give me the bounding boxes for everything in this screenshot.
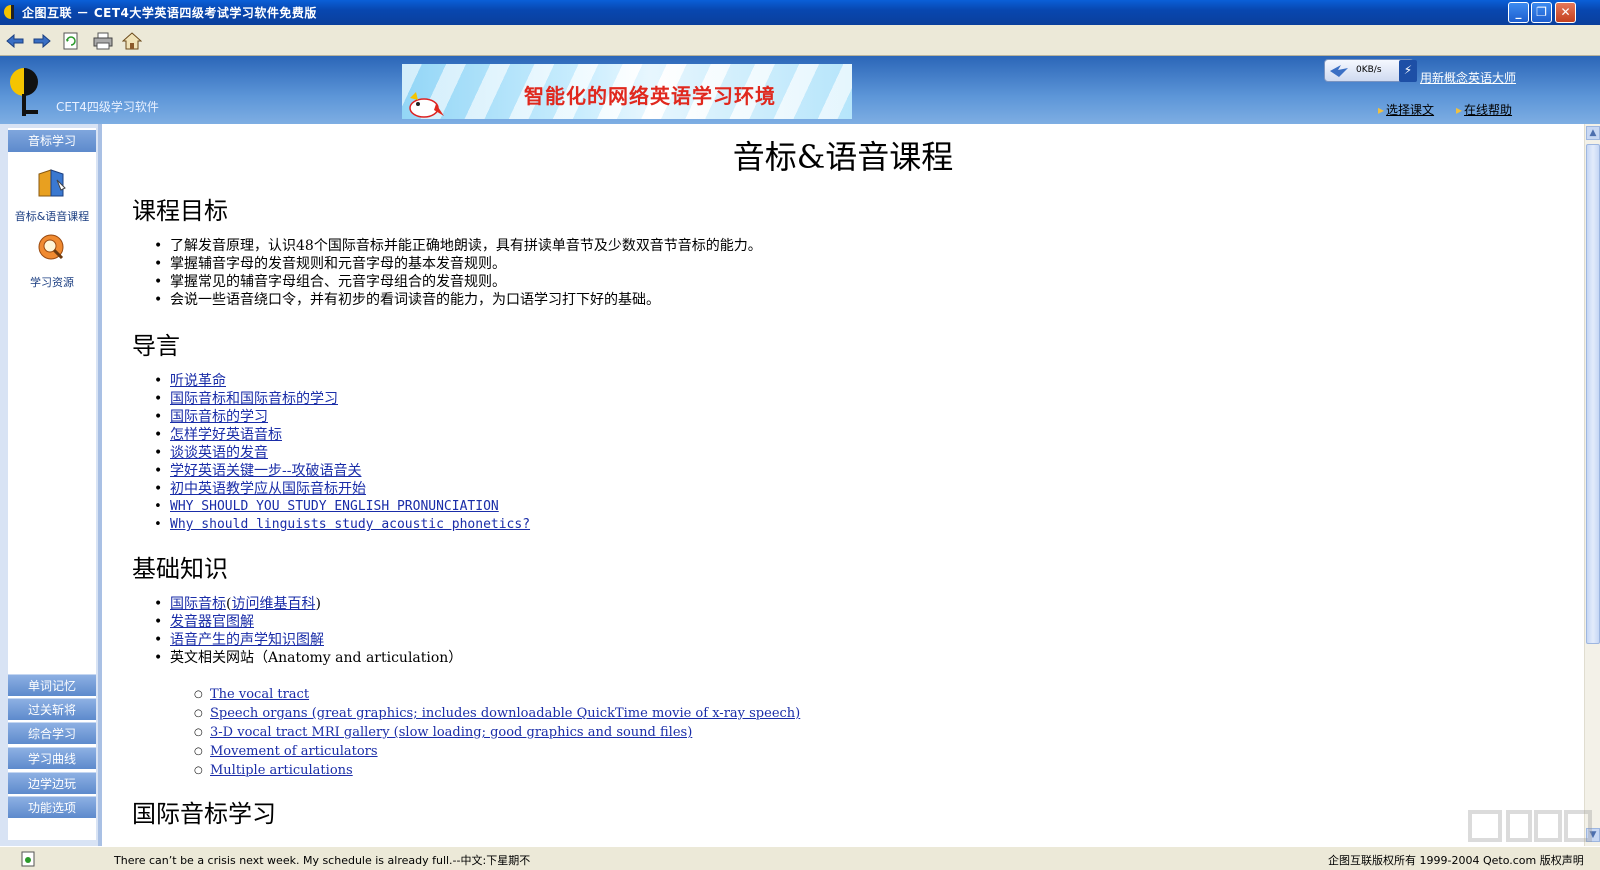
window-title: 企图互联 － CET4大学英语四级考试学习软件免费版: [22, 6, 317, 20]
sidebar-button-challenge[interactable]: 过关斩将: [8, 698, 96, 720]
basics-list: 国际音标(访问维基百科) 发音器官图解 语音产生的声学知识图解 英文相关网站（A…: [154, 595, 462, 667]
home-icon: [122, 32, 142, 50]
back-button[interactable]: [4, 30, 26, 52]
minimize-button[interactable]: _: [1508, 2, 1529, 23]
scroll-thumb[interactable]: [1586, 144, 1600, 644]
back-arrow-icon: [6, 34, 24, 48]
bird-icon: [1330, 65, 1348, 77]
app-icon: [4, 5, 14, 19]
site-link[interactable]: Multiple articulations: [194, 761, 800, 780]
copyright-text: 企图互联版权所有 1999-2004 Qeto.com 版权声明: [1328, 854, 1584, 867]
lightning-icon: ⚡: [1399, 60, 1417, 82]
sidebar-item-label: 学习资源: [30, 276, 74, 289]
sidebar-item-learning-resources[interactable]: 学习资源: [8, 232, 96, 290]
list-item: 英文相关网站（Anatomy and articulation）: [154, 649, 462, 667]
list-item: 国际音标(访问维基百科): [154, 595, 462, 613]
organs-diagram-link[interactable]: 发音器官图解: [170, 614, 254, 630]
header-banner: CET4四级学习软件 智能化的网络英语学习环境 0KB/s ⚡ 用新概念英语大师…: [0, 56, 1600, 124]
intro-list: 听说革命 国际音标和国际音标的学习 国际音标的学习 怎样学好英语音标 谈谈英语的…: [154, 372, 530, 534]
heading-goals: 课程目标: [132, 197, 228, 225]
online-help-link[interactable]: 在线帮助: [1456, 101, 1512, 118]
sidebar-button-learn-and-play[interactable]: 边学边玩: [8, 772, 96, 794]
list-item: 听说革命: [154, 372, 530, 390]
list-item: 发音器官图解: [154, 613, 462, 631]
list-item: 初中英语教学应从国际音标开始: [154, 480, 530, 498]
paren: ): [315, 596, 321, 612]
ad-text: 智能化的网络英语学习环境: [524, 84, 776, 108]
list-item: Why should linguists study acoustic phon…: [154, 516, 530, 534]
site-link[interactable]: Speech organs (great graphics; includes …: [194, 704, 800, 723]
heading-intro: 导言: [132, 332, 180, 360]
promo-link[interactable]: 用新概念英语大师: [1420, 69, 1516, 86]
site-link[interactable]: 3-D vocal tract MRI gallery (slow loadin…: [194, 723, 800, 742]
intro-link[interactable]: 学好英语关键一步--攻破语音关: [170, 463, 361, 479]
cartoon-bird-icon: [409, 92, 444, 118]
forward-arrow-icon: [33, 34, 51, 48]
title-bar[interactable]: 企图互联 － CET4大学英语四级考试学习软件免费版 _ ❐ ✕: [0, 0, 1600, 25]
heading-ipa: 国际音标学习: [132, 800, 276, 828]
intro-link[interactable]: 听说革命: [170, 373, 226, 389]
home-button[interactable]: [121, 30, 143, 52]
list-item: 怎样学好英语音标: [154, 426, 530, 444]
sidebar-button-options[interactable]: 功能选项: [8, 796, 96, 818]
sidebar-button-learning-curve[interactable]: 学习曲线: [8, 747, 96, 769]
page-status-icon: [21, 851, 35, 867]
logo-icon: [10, 68, 38, 116]
toolbar: [0, 25, 1600, 56]
watermark-logo-icon: [1468, 810, 1592, 842]
site-link[interactable]: Movement of articulators: [194, 742, 800, 761]
list-item: 会说一些语音绕口令，并有初步的看词读音的能力，为口语学习打下好的基础。: [154, 291, 762, 309]
refresh-button[interactable]: [60, 30, 82, 52]
ipa-link[interactable]: 国际音标: [170, 596, 226, 612]
intro-link[interactable]: 怎样学好英语音标: [170, 427, 282, 443]
speed-value: 0KB/s: [1356, 65, 1382, 75]
heading-basics: 基础知识: [132, 555, 228, 583]
book-icon: [38, 169, 66, 197]
acoustics-diagram-link[interactable]: 语音产生的声学知识图解: [170, 632, 324, 648]
content-pane: 音标&语音课程 课程目标 了解发音原理，认识48个国际音标并能正确地朗读，具有拼…: [102, 124, 1584, 846]
vertical-scrollbar[interactable]: ▲ ▼: [1584, 124, 1600, 846]
magnifier-icon: [38, 234, 64, 260]
list-item: 掌握常见的辅音字母组合、元音字母组合的发音规则。: [154, 273, 762, 291]
status-bar: There can’t be a crisis next week. My sc…: [0, 846, 1600, 870]
sidebar-button-comprehensive[interactable]: 综合学习: [8, 722, 96, 744]
print-button[interactable]: [92, 30, 114, 52]
intro-link[interactable]: 国际音标的学习: [170, 409, 268, 425]
scroll-up-icon[interactable]: ▲: [1586, 126, 1600, 140]
sidebar-item-phonetics-course[interactable]: 音标&语音课程: [8, 166, 96, 224]
intro-link[interactable]: 国际音标和国际音标的学习: [170, 391, 338, 407]
list-item: 语音产生的声学知识图解: [154, 631, 462, 649]
printer-icon: [93, 32, 113, 50]
list-item: WHY SHOULD YOU STUDY ENGLISH PRONUNCIATI…: [154, 498, 530, 516]
sidebar-item-label: 音标&语音课程: [14, 210, 90, 223]
list-item: 国际音标的学习: [154, 408, 530, 426]
speed-meter: 0KB/s ⚡: [1324, 59, 1417, 82]
select-lesson-link[interactable]: 选择课文: [1378, 101, 1434, 118]
status-marquee: There can’t be a crisis next week. My sc…: [114, 854, 531, 867]
refresh-icon: [63, 32, 78, 50]
wikipedia-link[interactable]: 访问维基百科: [231, 596, 315, 612]
sidebar-header[interactable]: 音标学习: [8, 130, 96, 152]
list-item: 学好英语关键一步--攻破语音关: [154, 462, 530, 480]
maximize-button[interactable]: ❐: [1531, 2, 1552, 23]
intro-link[interactable]: Why should linguists study acoustic phon…: [170, 517, 530, 532]
list-item: 掌握辅音字母的发音规则和元音字母的基本发音规则。: [154, 255, 762, 273]
sidebar-button-word-memory[interactable]: 单词记忆: [8, 674, 96, 696]
app-window: 企图互联 － CET4大学英语四级考试学习软件免费版 _ ❐ ✕ CET4四级学…: [0, 0, 1600, 870]
list-item: 国际音标和国际音标的学习: [154, 390, 530, 408]
english-sites-list: The vocal tract Speech organs (great gra…: [194, 685, 800, 780]
page-title: 音标&语音课程: [732, 138, 954, 176]
ad-banner[interactable]: 智能化的网络英语学习环境: [402, 64, 852, 119]
list-item: 谈谈英语的发音: [154, 444, 530, 462]
brand-name: CET4四级学习软件: [56, 100, 159, 114]
list-item: 了解发音原理，认识48个国际音标并能正确地朗读，具有拼读单音节及少数双音节音标的…: [154, 237, 762, 255]
site-link[interactable]: The vocal tract: [194, 685, 800, 704]
close-button[interactable]: ✕: [1555, 2, 1576, 23]
intro-link[interactable]: WHY SHOULD YOU STUDY ENGLISH PRONUNCIATI…: [170, 499, 499, 514]
goals-list: 了解发音原理，认识48个国际音标并能正确地朗读，具有拼读单音节及少数双音节音标的…: [154, 237, 762, 309]
intro-link[interactable]: 初中英语教学应从国际音标开始: [170, 481, 366, 497]
forward-button[interactable]: [31, 30, 53, 52]
intro-link[interactable]: 谈谈英语的发音: [170, 445, 268, 461]
